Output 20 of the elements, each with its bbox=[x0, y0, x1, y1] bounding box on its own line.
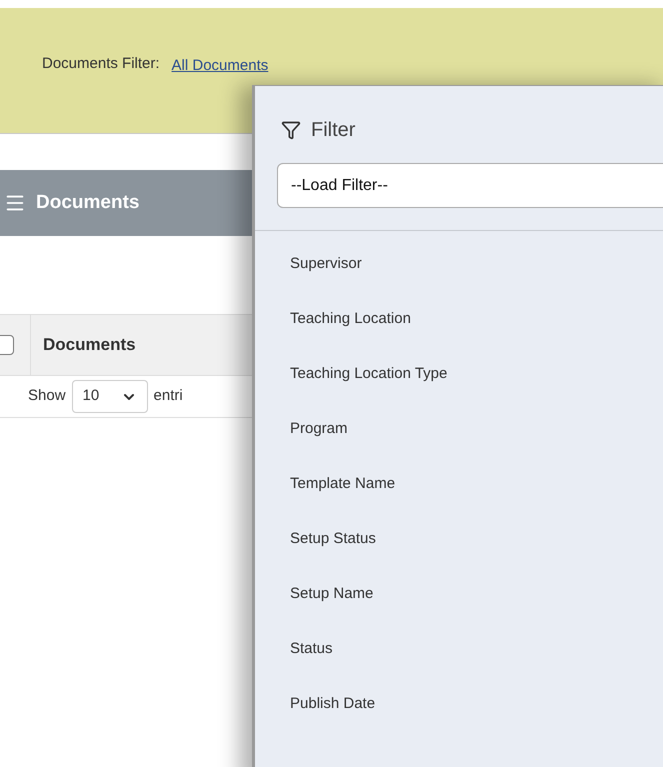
filter-field-item[interactable]: Publish Date bbox=[290, 690, 663, 717]
filter-field-item[interactable]: Setup Name bbox=[290, 580, 663, 607]
column-header[interactable]: Documents bbox=[43, 332, 136, 358]
filter-field-item[interactable]: Setup Status bbox=[290, 525, 663, 552]
panel-title: Documents bbox=[36, 190, 140, 215]
page-length-select[interactable]: 10 bbox=[72, 380, 148, 413]
filter-field-item[interactable]: Program bbox=[290, 415, 663, 442]
entries-label: entri bbox=[154, 386, 183, 406]
filter-icon bbox=[281, 120, 301, 140]
filter-field-item[interactable]: Template Name bbox=[290, 470, 663, 497]
filter-field-item[interactable]: Teaching Location Type bbox=[290, 360, 663, 387]
show-label: Show bbox=[28, 386, 66, 406]
filter-field-item[interactable]: Supervisor bbox=[290, 250, 663, 277]
all-documents-link[interactable]: All Documents bbox=[172, 55, 268, 78]
select-all-checkbox[interactable] bbox=[0, 335, 14, 355]
load-filter-select[interactable]: --Load Filter-- bbox=[277, 163, 663, 208]
filter-title: Filter bbox=[311, 118, 356, 143]
filter-field-item[interactable]: Status bbox=[290, 635, 663, 662]
filter-label: Documents Filter: bbox=[42, 54, 160, 74]
filter-field-item[interactable]: Teaching Location bbox=[290, 305, 663, 332]
